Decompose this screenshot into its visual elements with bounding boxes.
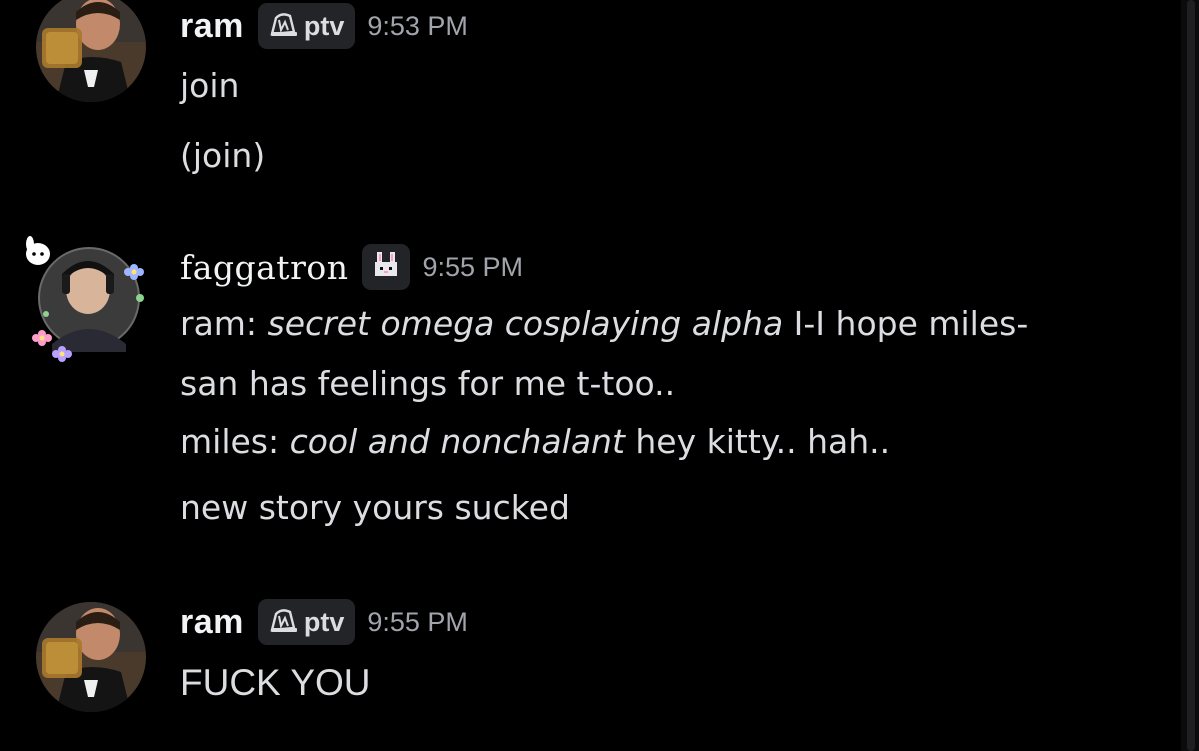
message-group-ram-1: ram ptv 9:53 PM join (join) — [0, 0, 1170, 210]
server-tag-label: ptv — [303, 606, 345, 637]
username-ram[interactable]: ram — [180, 7, 244, 46]
message-group-faggatron: faggatron 9:55 PM ram: secret omega cosp… — [0, 230, 1170, 560]
message-line: miles: cool and nonchalant hey kitty.. h… — [180, 422, 890, 461]
message-line: ram: secret omega cosplaying alpha I-I h… — [180, 304, 1028, 343]
message-text-plain: ram: — [180, 304, 268, 343]
emblem-icon — [268, 10, 300, 42]
server-tag-label: ptv — [303, 10, 345, 41]
message-line: join — [180, 66, 240, 105]
username-faggatron[interactable]: faggatron — [180, 248, 348, 287]
message-header: ram ptv 9:55 PM — [180, 598, 468, 646]
message-text-plain: I-I hope miles- — [783, 304, 1029, 343]
server-tag[interactable] — [362, 244, 411, 290]
timestamp[interactable]: 9:53 PM — [367, 11, 468, 42]
timestamp[interactable]: 9:55 PM — [422, 252, 523, 283]
avatar-ram[interactable] — [36, 0, 146, 102]
emblem-icon — [268, 606, 300, 638]
scrollbar-thumb[interactable] — [1187, 0, 1195, 751]
timestamp[interactable]: 9:55 PM — [367, 607, 468, 638]
server-tag[interactable]: ptv — [257, 3, 356, 49]
message-group-ram-2: ram ptv 9:55 PM FUCK YOU — [0, 590, 1170, 751]
message-header: faggatron 9:55 PM — [180, 242, 523, 292]
message-text-italic: secret omega cosplaying alpha — [267, 304, 784, 343]
message-line: new story yours sucked — [180, 488, 570, 527]
server-tag[interactable]: ptv — [257, 599, 356, 645]
username-ram[interactable]: ram — [180, 603, 244, 642]
message-header: ram ptv 9:53 PM — [180, 2, 468, 50]
avatar-faggatron[interactable] — [22, 234, 152, 364]
message-text-plain: miles: — [180, 422, 290, 461]
scrollbar-track[interactable] — [1181, 0, 1199, 751]
message-line: (join) — [180, 136, 266, 175]
message-line: FUCK YOU — [180, 662, 371, 703]
bunny-icon — [371, 250, 401, 284]
message-text-plain: hey kitty.. hah.. — [624, 422, 891, 461]
message-text-italic: cool and nonchalant — [289, 422, 625, 461]
avatar-ram[interactable] — [36, 602, 146, 712]
message-line: san has feelings for me t-too.. — [180, 364, 676, 403]
